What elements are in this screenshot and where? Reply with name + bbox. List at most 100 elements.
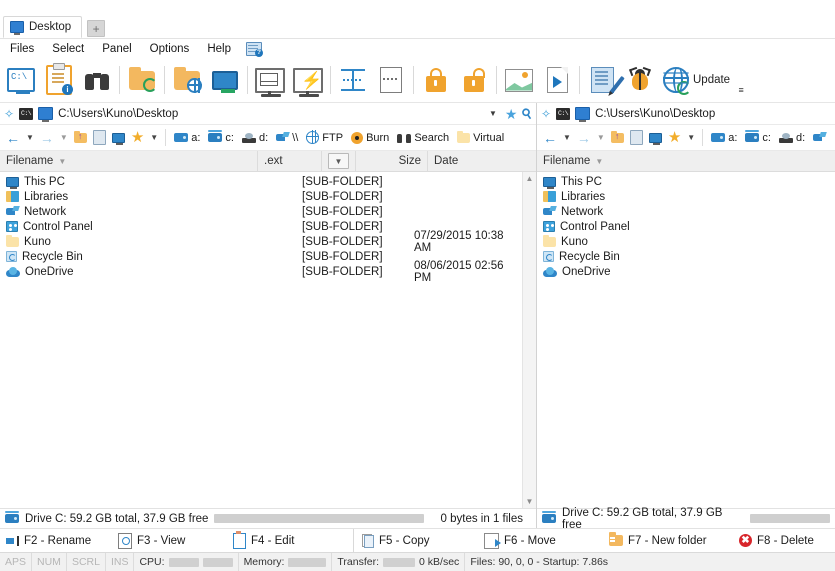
table-row[interactable]: Libraries [SUB-FOLDER]: [0, 189, 522, 204]
menu-help[interactable]: Help: [198, 42, 240, 56]
table-row[interactable]: Control Panel: [537, 219, 835, 234]
right-file-list[interactable]: This PC Libraries Network Control Panel …: [537, 172, 835, 508]
menu-select[interactable]: Select: [43, 42, 93, 56]
right-path-text[interactable]: C:\Users\Kuno\Desktop: [595, 108, 831, 120]
folder-network-button[interactable]: [168, 60, 206, 100]
network-computer-button[interactable]: [206, 60, 244, 100]
back-history-dropdown[interactable]: ▼: [23, 133, 37, 142]
update-button[interactable]: Update: [659, 60, 734, 100]
image-viewer-button[interactable]: [500, 60, 538, 100]
drive-c-button[interactable]: c:: [741, 127, 775, 149]
back-history-dropdown[interactable]: ▼: [560, 133, 574, 142]
pin-icon[interactable]: ✧: [541, 108, 551, 120]
pack-fast-button[interactable]: ⚡: [289, 60, 327, 100]
command-badge-icon[interactable]: C:\: [19, 107, 34, 120]
column-filename[interactable]: Filename ▼: [537, 151, 835, 171]
ftp-button[interactable]: FTP: [302, 127, 347, 149]
magnifier-icon[interactable]: ⚲: [519, 105, 535, 123]
menu-files[interactable]: Files: [1, 42, 43, 56]
virtual-button[interactable]: Virtual: [453, 127, 508, 149]
forward-history-dropdown[interactable]: ▼: [57, 133, 71, 142]
chevron-down-icon[interactable]: ▼: [523, 495, 536, 508]
chevron-up-icon[interactable]: ▲: [523, 172, 536, 185]
fkey-f3-view[interactable]: F3 - View: [118, 529, 233, 552]
table-row[interactable]: Network [SUB-FOLDER]: [0, 204, 522, 219]
column-picker[interactable]: ▼: [322, 151, 356, 171]
binoculars-search-button[interactable]: [78, 60, 116, 100]
pack-mail-button[interactable]: [251, 60, 289, 100]
network-button[interactable]: [809, 127, 830, 149]
favorites-button[interactable]: ★: [665, 127, 684, 149]
desktop-button[interactable]: [109, 127, 128, 149]
clipboard-info-button[interactable]: i: [40, 60, 78, 100]
toolbar-overflow-button[interactable]: ≡: [734, 55, 748, 106]
fkey-f5-copy[interactable]: F5 - Copy: [353, 529, 484, 552]
split-file-button[interactable]: [334, 60, 372, 100]
drive-a-button[interactable]: a:: [170, 127, 204, 149]
copy-path-button[interactable]: [627, 127, 646, 149]
up-one-level-button[interactable]: ↑: [71, 127, 90, 149]
table-row[interactable]: Recycle Bin: [537, 249, 835, 264]
star-icon: ★: [667, 129, 682, 146]
up-one-level-button[interactable]: ↑: [608, 127, 627, 149]
column-size[interactable]: Size: [356, 151, 428, 171]
fkey-f4-edit[interactable]: F4 - Edit: [233, 529, 353, 552]
table-row[interactable]: Kuno: [537, 234, 835, 249]
fkey-f6-move[interactable]: F6 - Move: [484, 529, 609, 552]
folder-icon: [543, 234, 556, 247]
copy-path-button[interactable]: [90, 127, 109, 149]
pin-icon[interactable]: ✧: [4, 108, 14, 120]
drive-d-button[interactable]: d:: [775, 127, 809, 149]
left-path-text[interactable]: C:\Users\Kuno\Desktop: [58, 108, 481, 120]
favorites-dropdown[interactable]: ▼: [684, 133, 698, 142]
favorites-button[interactable]: ★: [128, 127, 147, 149]
file-name: Libraries: [24, 190, 69, 203]
help-sheet-icon[interactable]: ?: [245, 41, 263, 57]
column-ext[interactable]: .ext: [258, 151, 322, 171]
drive-c-button[interactable]: c:: [204, 127, 238, 149]
decrypt-button[interactable]: [455, 60, 493, 100]
editor-button[interactable]: [583, 60, 625, 100]
table-row[interactable]: This PC: [537, 174, 835, 189]
folder-sync-button[interactable]: [123, 60, 161, 100]
desktop-button[interactable]: [646, 127, 665, 149]
tab-desktop[interactable]: Desktop: [3, 16, 83, 38]
search-button[interactable]: Search: [393, 127, 453, 149]
menu-panel[interactable]: Panel: [93, 42, 140, 56]
drive-d-button[interactable]: d:: [238, 127, 272, 149]
back-button[interactable]: ←: [540, 127, 560, 149]
forward-history-dropdown[interactable]: ▼: [594, 133, 608, 142]
menu-options[interactable]: Options: [141, 42, 199, 56]
combine-file-button[interactable]: [372, 60, 410, 100]
drive-a-button[interactable]: a:: [707, 127, 741, 149]
left-file-list[interactable]: This PC [SUB-FOLDER] Libraries [SUB-FOLD…: [0, 172, 522, 508]
fkey-f7-new-folder[interactable]: F7 - New folder: [609, 529, 739, 552]
column-date[interactable]: Date: [428, 151, 536, 171]
command-prompt-button[interactable]: C:\: [2, 60, 40, 100]
column-filename[interactable]: Filename ▼: [0, 151, 258, 171]
search-label: Search: [414, 131, 450, 144]
back-button[interactable]: ←: [3, 127, 23, 149]
star-icon[interactable]: ★: [505, 107, 518, 121]
table-row[interactable]: OneDrive [SUB-FOLDER] 08/06/2015 02:56 P…: [0, 260, 522, 284]
chevron-down-icon[interactable]: ▼: [486, 109, 500, 118]
table-row[interactable]: This PC [SUB-FOLDER]: [0, 174, 522, 189]
network-button[interactable]: \\: [272, 127, 302, 149]
copy-path-icon: [92, 130, 106, 145]
left-vertical-scrollbar[interactable]: ▲ ▼: [522, 172, 536, 508]
forward-button[interactable]: →: [574, 127, 594, 149]
burn-button[interactable]: Burn: [347, 127, 393, 149]
fkey-f8-delete[interactable]: ✖ F8 - Delete: [739, 529, 814, 552]
forward-button[interactable]: →: [37, 127, 57, 149]
table-row[interactable]: Kuno [SUB-FOLDER] 07/29/2015 10:38 AM: [0, 230, 522, 254]
media-player-button[interactable]: [538, 60, 576, 100]
table-row[interactable]: Network: [537, 204, 835, 219]
table-row[interactable]: Libraries: [537, 189, 835, 204]
table-row[interactable]: OneDrive: [537, 264, 835, 279]
encrypt-button[interactable]: [417, 60, 455, 100]
debug-button[interactable]: [621, 60, 659, 100]
command-badge-icon[interactable]: C:\: [556, 107, 571, 120]
new-tab-button[interactable]: +: [87, 20, 106, 37]
fkey-f2-rename[interactable]: F2 - Rename: [0, 529, 118, 552]
favorites-dropdown[interactable]: ▼: [147, 133, 161, 142]
